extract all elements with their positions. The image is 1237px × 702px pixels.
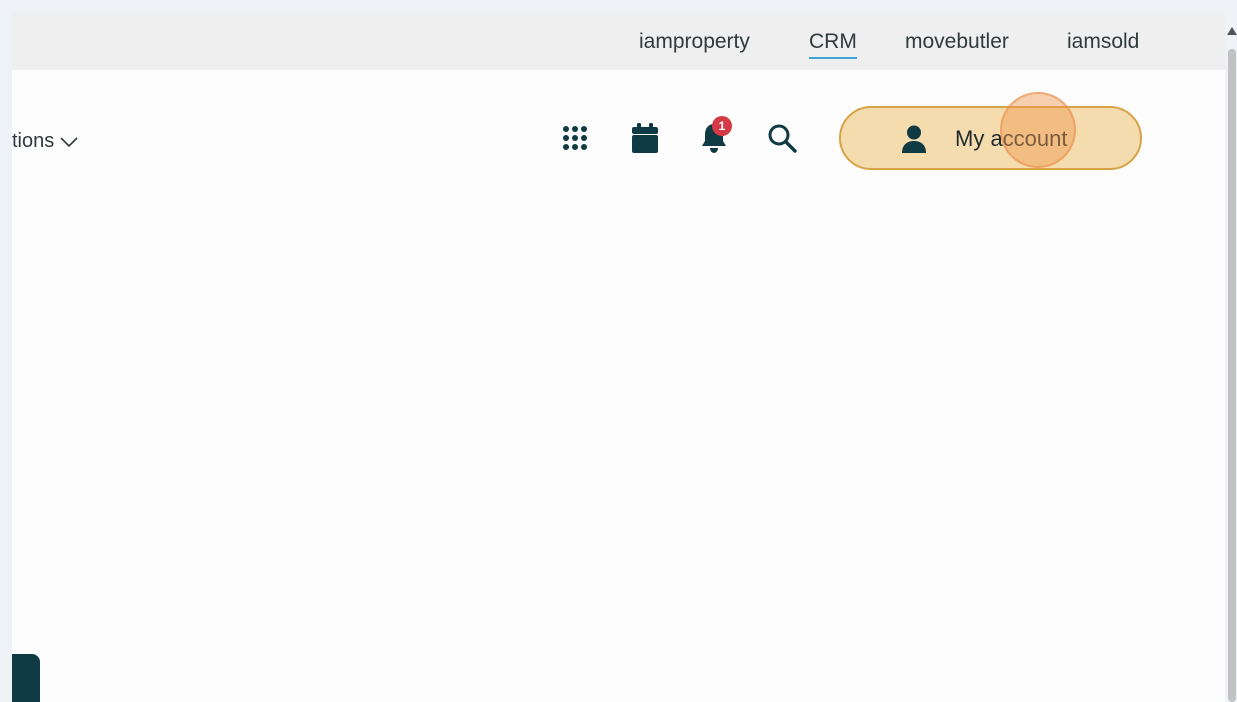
scroll-up-arrow-icon[interactable] [1227,27,1237,35]
calendar-icon [632,123,658,153]
grid-icon [563,126,587,150]
my-account-button[interactable]: My account [839,106,1142,170]
nav-menu-item-truncated[interactable]: tions [12,129,78,153]
calendar-button[interactable] [627,120,663,156]
user-icon [902,125,926,153]
search-icon [768,124,797,153]
page-scrollbar[interactable] [1225,13,1237,702]
my-account-label: My account [955,126,1068,151]
notifications-button[interactable]: 1 [696,116,732,156]
notification-count-badge: 1 [712,116,732,136]
browser-viewport: iamproperty CRM movebutler iamsold tions [12,13,1225,702]
brand-link-crm[interactable]: CRM [809,30,857,59]
brand-link-iamproperty[interactable]: iamproperty [639,30,750,54]
chat-widget-tab[interactable] [12,654,40,702]
scrollbar-thumb[interactable] [1228,49,1236,702]
chevron-down-icon [60,137,78,147]
brand-bar: iamproperty CRM movebutler iamsold [12,13,1225,70]
brand-link-movebutler[interactable]: movebutler [905,30,1009,54]
nav-menu-label: tions [12,130,55,152]
apps-button[interactable] [557,120,593,156]
search-button[interactable] [764,120,800,156]
brand-link-iamsold[interactable]: iamsold [1067,30,1139,54]
